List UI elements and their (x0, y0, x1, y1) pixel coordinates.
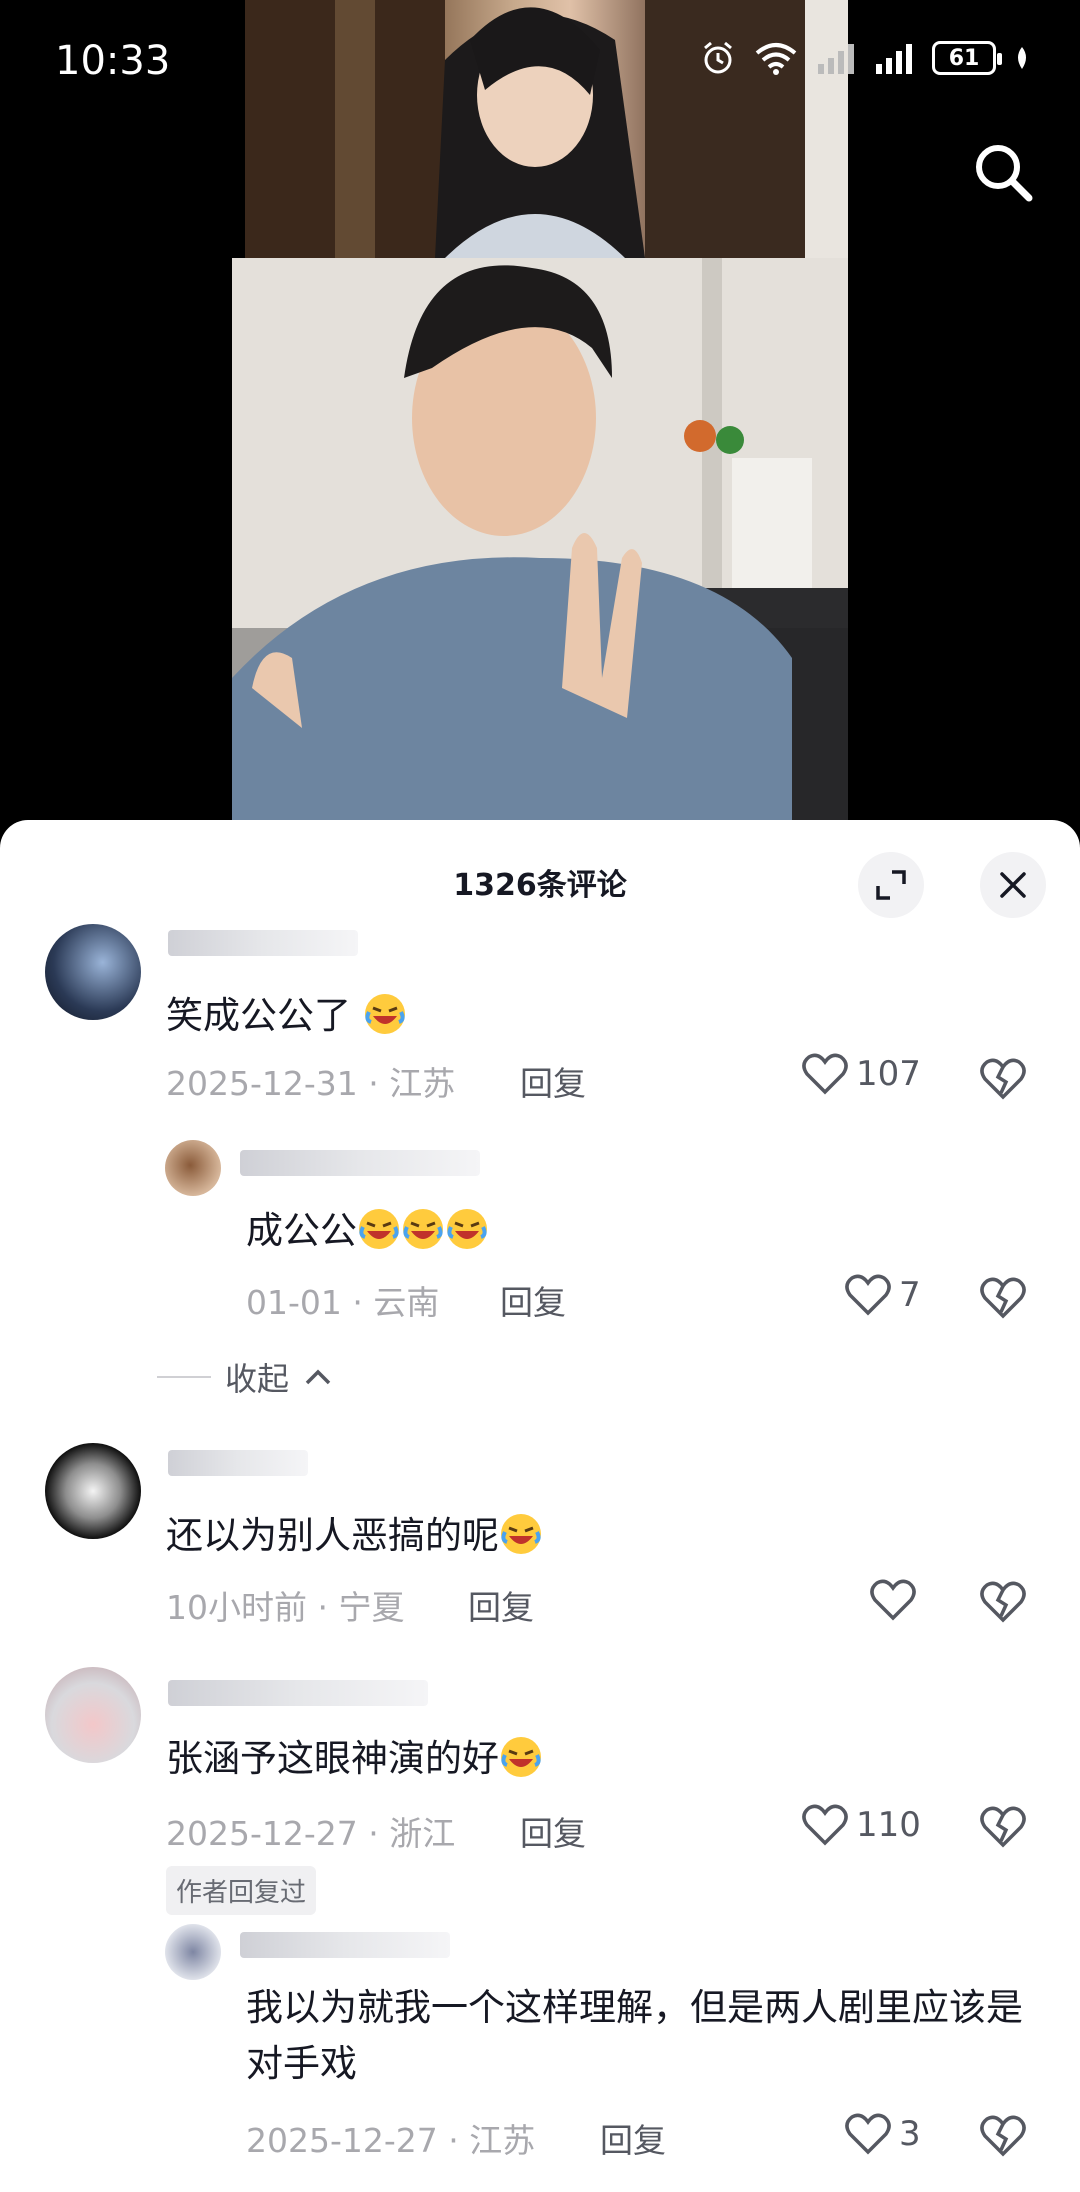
signal-icon-sim2 (876, 44, 912, 74)
comment-meta: 10小时前 · 宁夏 (166, 1588, 405, 1627)
comment-text: 还以为别人恶搞的呢 (166, 1505, 543, 1559)
like-button[interactable] (870, 1578, 924, 1622)
video-main-frame (232, 258, 848, 820)
broken-heart-icon[interactable] (980, 1055, 1026, 1101)
leaf-icon (1018, 47, 1026, 69)
collapse-label: 收起 (225, 1360, 290, 1398)
reply-text: 我以为就我一个这样理解，但是两人剧里应该是对手戏 (246, 1986, 1023, 2085)
crying-laughing-emoji (359, 1209, 399, 1249)
chevron-up-icon (305, 1369, 331, 1385)
avatar[interactable] (45, 1443, 141, 1539)
reply-button[interactable]: 回复 (468, 1581, 534, 1629)
avatar[interactable] (45, 1667, 141, 1763)
signal-icon-sim1 (818, 44, 854, 74)
crying-laughing-emoji (403, 1209, 443, 1249)
battery-indicator: 61 (932, 41, 1002, 75)
broken-heart-icon[interactable] (980, 2112, 1026, 2158)
like-count: 107 (856, 1054, 921, 1094)
status-time: 10:33 (55, 38, 171, 84)
avatar[interactable] (165, 1924, 221, 1980)
expand-icon (876, 870, 906, 900)
avatar[interactable] (45, 924, 141, 1020)
crying-laughing-emoji (501, 1737, 541, 1777)
heart-icon (802, 1804, 848, 1846)
heart-icon (870, 1579, 916, 1621)
author-replied-badge: 作者回复过 (166, 1866, 317, 1915)
expand-button[interactable] (858, 852, 924, 918)
like-count: 3 (899, 2114, 921, 2154)
username-blurred[interactable] (168, 1450, 308, 1476)
alarm-icon (704, 41, 732, 74)
username-blurred[interactable] (168, 1680, 428, 1706)
broken-heart-icon[interactable] (980, 1578, 1026, 1624)
status-bar: 10:33 61 (0, 0, 1080, 120)
reply-meta: 2025-12-27 · 江苏 (246, 2121, 536, 2160)
comment-meta: 2025-12-31 · 江苏 (166, 1064, 456, 1103)
reply-text: 成公公 (246, 1200, 489, 1254)
like-button[interactable]: 7 (845, 1273, 921, 1317)
heart-icon (845, 1274, 891, 1316)
heart-icon (802, 1053, 848, 1095)
reply-button[interactable]: 回复 (520, 1807, 586, 1855)
collapse-replies-button[interactable]: 收起 (157, 1354, 333, 1400)
search-icon (976, 145, 1033, 202)
reply-button[interactable]: 回复 (500, 1276, 566, 1324)
comment-meta: 2025-12-27 · 浙江 (166, 1814, 456, 1853)
username-blurred[interactable] (240, 1932, 450, 1958)
reply-meta: 01-01 · 云南 (246, 1283, 440, 1322)
broken-heart-icon[interactable] (980, 1803, 1026, 1849)
broken-heart-icon[interactable] (980, 1274, 1026, 1320)
reply-button[interactable]: 回复 (520, 1057, 586, 1105)
status-icons: 61 (700, 40, 1030, 76)
wifi-icon (755, 43, 797, 75)
close-icon (1000, 872, 1026, 898)
like-button[interactable]: 110 (802, 1803, 921, 1847)
username-blurred[interactable] (168, 930, 358, 956)
comment-text: 张涵予这眼神演的好 (166, 1728, 543, 1782)
crying-laughing-emoji (447, 1209, 487, 1249)
like-count: 110 (856, 1805, 921, 1845)
comment-text: 笑成公公了 (166, 985, 407, 1039)
like-button[interactable]: 107 (802, 1052, 921, 1096)
search-button[interactable] (971, 140, 1035, 204)
heart-icon (845, 2113, 891, 2155)
username-blurred[interactable] (240, 1150, 480, 1176)
crying-laughing-emoji (501, 1514, 541, 1554)
main-portrait (232, 258, 848, 820)
divider-line (157, 1376, 211, 1378)
crying-laughing-emoji (364, 994, 405, 1034)
avatar[interactable] (165, 1140, 221, 1196)
like-button[interactable]: 3 (845, 2112, 921, 2156)
reply-button[interactable]: 回复 (600, 2114, 666, 2162)
close-button[interactable] (980, 852, 1046, 918)
like-count: 7 (899, 1275, 921, 1315)
